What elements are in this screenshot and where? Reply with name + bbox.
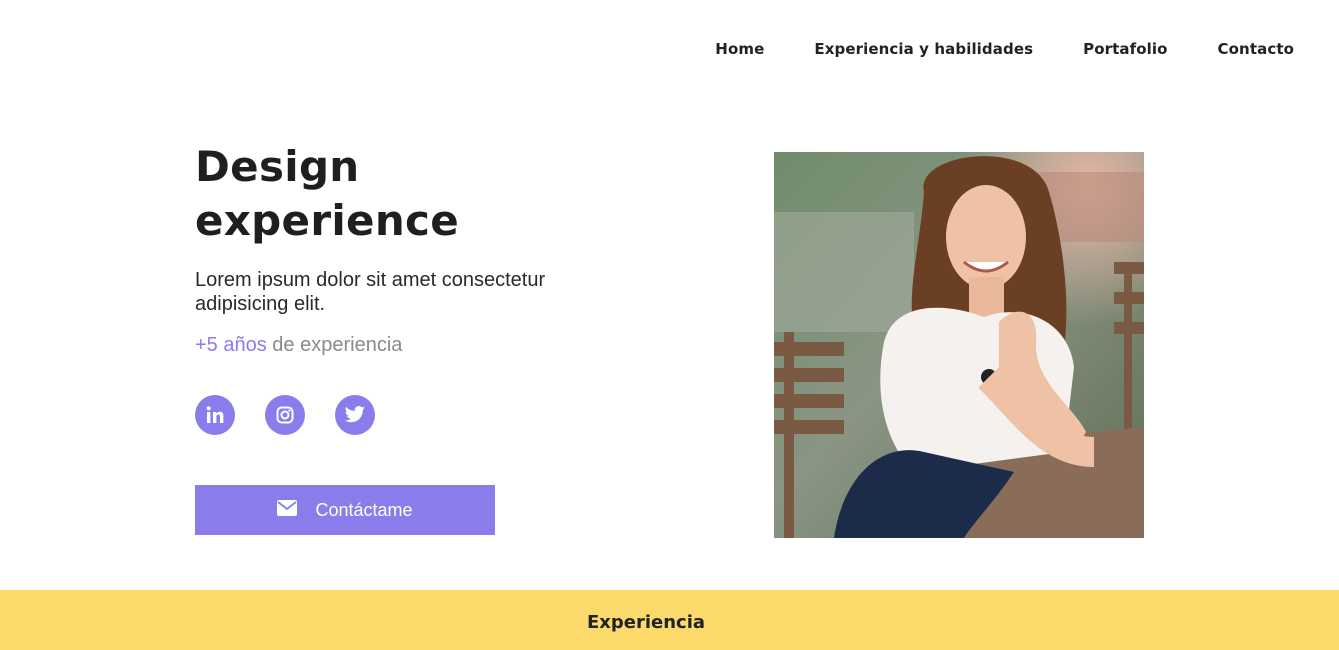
nav-item-portafolio[interactable]: Portafolio [1083, 40, 1167, 58]
nav-item-home[interactable]: Home [715, 40, 764, 58]
profile-photo [774, 152, 1144, 538]
twitter-icon [344, 405, 366, 425]
hero-description: Lorem ipsum dolor sit amet consectetur a… [195, 269, 546, 315]
envelope-icon [277, 499, 298, 521]
hero-section: Design experience Lorem ipsum dolor sit … [195, 140, 615, 535]
instagram-link[interactable] [265, 395, 305, 435]
section-title: Experiencia [586, 612, 706, 633]
instagram-icon [275, 405, 295, 425]
main-nav: Home Experiencia y habilidades Portafoli… [715, 40, 1294, 58]
experience-highlight: +5 años [195, 334, 267, 356]
experience-rest: de experiencia [266, 334, 403, 356]
social-links [195, 395, 615, 435]
linkedin-icon [205, 405, 225, 425]
contact-button-label: Contáctame [315, 499, 413, 520]
contact-button[interactable]: Contáctame [195, 485, 495, 535]
linkedin-link[interactable] [195, 395, 235, 435]
hero-title: Design experience [195, 140, 615, 248]
nav-item-experiencia[interactable]: Experiencia y habilidades [814, 40, 1033, 58]
experience-text: +5 años de experiencia [195, 334, 615, 357]
twitter-link[interactable] [335, 395, 375, 435]
hero-title-line2: experience [195, 196, 460, 245]
experience-section: Experiencia [0, 590, 1339, 650]
hero-title-line1: Design [195, 142, 360, 191]
nav-item-contacto[interactable]: Contacto [1218, 40, 1294, 58]
